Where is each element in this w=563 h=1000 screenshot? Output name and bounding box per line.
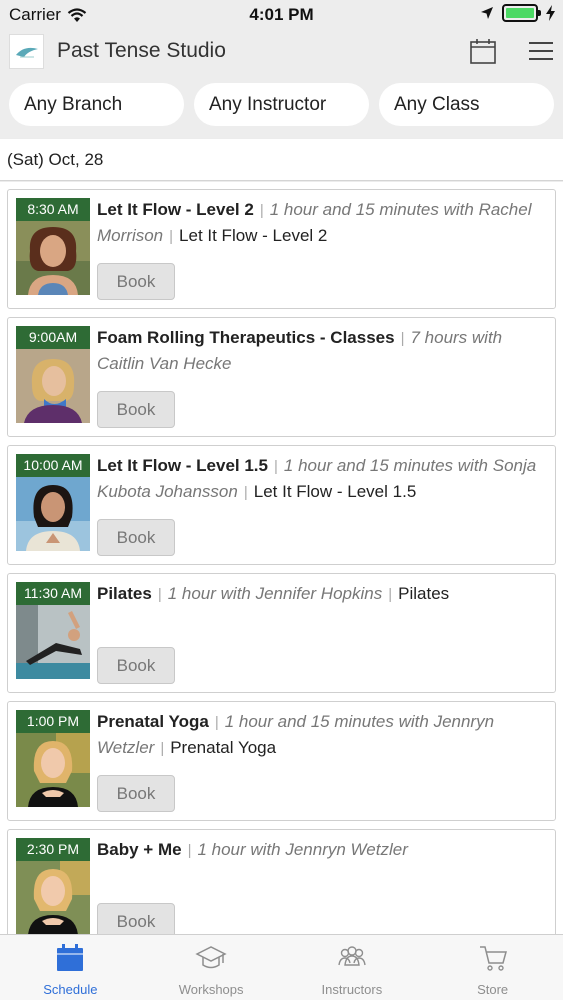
charging-bolt-icon	[546, 5, 555, 21]
class-info: Foam Rolling Therapeutics - Classes | 7 ho…	[97, 325, 547, 376]
calendar-button[interactable]	[469, 37, 497, 65]
class-card[interactable]: 1:00 PM Prenatal Yoga | 1 hour and 15 minu…	[7, 701, 556, 821]
instructor-filter[interactable]: Any Instructor	[194, 83, 369, 126]
class-card[interactable]: 9:00AM Foam Rolling Therapeutics - Class…	[7, 317, 556, 437]
tab-store[interactable]: Store	[422, 935, 563, 1000]
book-button[interactable]: Book	[97, 775, 175, 812]
separator: |	[169, 228, 174, 245]
time-badge: 2:30 PM	[16, 838, 90, 861]
class-category: Let It Flow - Level 2	[179, 226, 328, 245]
instructor-photo	[16, 221, 90, 295]
time-badge: 11:30 AM	[16, 582, 90, 605]
class-info: Pilates | 1 hour with Jennifer Hopkins | Pil…	[97, 581, 547, 607]
time-badge: 9:00AM	[16, 326, 90, 349]
filter-bar: Any Branch Any Instructor Any Class	[0, 74, 563, 138]
separator: |	[259, 202, 264, 219]
tab-instructors[interactable]: Instructors	[282, 935, 423, 1000]
status-bar: Carrier 4:01 PM	[0, 0, 563, 30]
tab-label: Store	[477, 982, 509, 997]
instructor-photo	[16, 349, 90, 423]
class-name: Let It Flow - Level 1.5	[97, 456, 268, 475]
tab-label: Schedule	[43, 982, 98, 997]
tab-schedule[interactable]: Schedule	[0, 935, 141, 1000]
status-right	[480, 4, 555, 22]
people-icon	[338, 946, 366, 966]
separator: |	[157, 586, 162, 603]
class-card[interactable]: 10:00 AM Let It Flow - Level 1.5 | 1 hour …	[7, 445, 556, 565]
separator: |	[160, 740, 165, 757]
tab-label: Instructors	[321, 982, 383, 997]
instructor-photo	[16, 605, 90, 679]
separator: |	[400, 330, 405, 347]
battery-icon	[502, 4, 541, 22]
book-button[interactable]: Book	[97, 903, 175, 934]
class-category: Prenatal Yoga	[170, 738, 277, 757]
tab-label: Workshops	[178, 982, 244, 997]
status-time: 4:01 PM	[249, 5, 314, 24]
class-name: Baby + Me	[97, 840, 182, 859]
location-arrow-icon	[481, 7, 493, 19]
book-button[interactable]: Book	[97, 263, 175, 300]
class-category: Pilates	[398, 584, 450, 603]
time-badge: 1:00 PM	[16, 710, 90, 733]
class-info: Let It Flow - Level 2 | 1 hour and 15 minu…	[97, 197, 547, 249]
cart-icon	[479, 946, 507, 971]
branch-filter[interactable]: Any Branch	[9, 83, 184, 126]
class-meta: 1 hour with Jennryn Wetzler	[197, 840, 408, 859]
time-badge: 8:30 AM	[16, 198, 90, 221]
class-card[interactable]: 8:30 AM Let It Flow - Level 2 | 1 hour and…	[7, 189, 556, 309]
menu-button[interactable]	[527, 40, 555, 62]
class-card[interactable]: 2:30 PM Baby + Me | 1 hour with Jennryn We…	[7, 829, 556, 934]
class-filter[interactable]: Any Class	[379, 83, 554, 126]
book-button[interactable]: Book	[97, 391, 175, 428]
graduation-cap-icon	[195, 946, 227, 969]
separator: |	[214, 714, 219, 731]
tab-workshops[interactable]: Workshops	[141, 935, 282, 1000]
studio-logo	[9, 34, 44, 69]
class-info: Let It Flow - Level 1.5 | 1 hour and 15 mi…	[97, 453, 547, 505]
class-name: Pilates	[97, 584, 152, 603]
separator: |	[273, 458, 278, 475]
class-meta: 1 hour with Jennifer Hopkins	[167, 584, 383, 603]
time-badge: 10:00 AM	[16, 454, 90, 477]
book-button[interactable]: Book	[97, 647, 175, 684]
class-info: Prenatal Yoga | 1 hour and 15 minutes with…	[97, 709, 547, 761]
separator: |	[243, 484, 248, 501]
book-button[interactable]: Book	[97, 519, 175, 556]
tab-bar: Schedule Workshops Instructors Store	[0, 934, 563, 1000]
page-title: Past Tense Studio	[57, 39, 226, 62]
instructor-photo	[16, 861, 90, 934]
class-info: Baby + Me | 1 hour with Jennryn Wetzler	[97, 837, 547, 863]
instructor-photo	[16, 733, 90, 807]
date-header: (Sat) Oct, 28	[0, 139, 563, 181]
class-name: Foam Rolling Therapeutics - Classes	[97, 328, 395, 347]
class-card[interactable]: 11:30 AM Pilates | 1 hour with Jennifer Ho…	[7, 573, 556, 693]
logo-bird-icon	[15, 47, 38, 57]
nav-bar: Past Tense Studio	[0, 30, 563, 74]
class-category: Let It Flow - Level 1.5	[253, 482, 417, 501]
class-name: Prenatal Yoga	[97, 712, 209, 731]
instructor-photo	[16, 477, 90, 551]
class-list[interactable]: 8:30 AM Let It Flow - Level 2 | 1 hour and…	[0, 182, 563, 934]
calendar-icon	[57, 944, 84, 971]
class-name: Let It Flow - Level 2	[97, 200, 254, 219]
separator: |	[388, 586, 393, 603]
separator: |	[187, 842, 192, 859]
